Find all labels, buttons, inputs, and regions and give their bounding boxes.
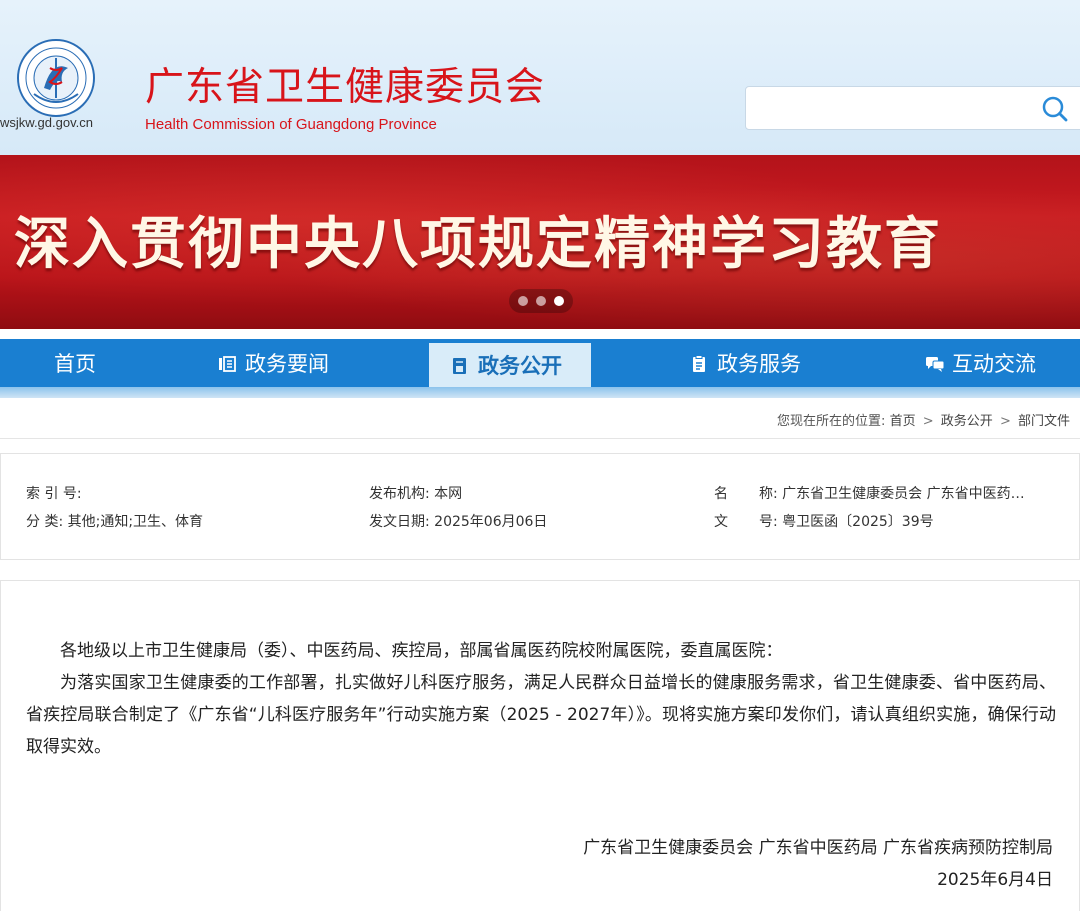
document-icon [451,356,469,374]
carousel-dot-3[interactable] [554,296,564,306]
nav-item-label: 政务要闻 [245,352,329,376]
nav-item-interaction[interactable]: 互动交流 [925,339,1036,387]
meta-doc-number-value: 号: 粤卫医函〔2025〕39号 [759,514,934,530]
meta-doc-number-label: 文 [714,514,728,530]
breadcrumb-prefix: 您现在所在的位置: [777,414,886,429]
main-nav: 首页 政务要闻 政务公开 政务服务 互动交流 [0,339,1080,387]
document-content: 各地级以上市卫生健康局（委）、中医药局、疾控局，部属省属医药院校附属医院，委直属… [0,580,1080,911]
breadcrumb-item-public-affairs[interactable]: 政务公开 [941,414,993,429]
carousel-indicator [509,289,573,313]
search-icon[interactable] [1041,95,1069,123]
banner-slogan: 深入贯彻中央八项规定精神学习教育 [14,212,942,277]
news-list-icon [218,354,236,372]
chat-icon [925,354,945,372]
nav-item-label: 首页 [54,352,96,376]
nav-underline [0,387,1080,398]
document-salutation: 各地级以上市卫生健康局（委）、中医药局、疾控局，部属省属医药院校附属医院，委直属… [60,641,783,661]
nav-item-home[interactable]: 首页 [54,339,96,387]
meta-name-value: 称: 广东省卫生健康委员会 广东省中医药… [759,486,1025,502]
breadcrumb-item-home[interactable]: 首页 [890,414,916,429]
emblem-logo-icon[interactable] [16,38,96,118]
site-title[interactable]: 广东省卫生健康委员会 [145,64,545,112]
breadcrumb: 您现在所在的位置: 首页 > 政务公开 > 部门文件 [777,410,1070,429]
site-header: wsjkw.gd.gov.cn 广东省卫生健康委员会 Health Commis… [0,0,1080,155]
banner-carousel[interactable]: 深入贯彻中央八项规定精神学习教育 [0,155,1080,329]
nav-item-label: 政务服务 [717,352,801,376]
carousel-dot-1[interactable] [518,296,528,306]
carousel-dot-2[interactable] [536,296,546,306]
breadcrumb-separator: > [999,414,1011,429]
breadcrumb-separator: > [922,414,934,429]
meta-category: 分 类: 其他;通知;卫生、体育 [26,514,204,530]
document-signers: 广东省卫生健康委员会 广东省中医药局 广东省疾病预防控制局 [583,838,1053,858]
document-date: 2025年6月4日 [937,870,1053,890]
nav-item-label: 政务公开 [478,354,562,378]
document-metadata: 索 引 号: 分 类: 其他;通知;卫生、体育 发布机构: 本网 发文日期: 2… [0,453,1080,560]
breadcrumb-item-department-files[interactable]: 部门文件 [1018,414,1070,429]
meta-publish-date: 发文日期: 2025年06月06日 [369,514,548,530]
breadcrumb-bar: 您现在所在的位置: 首页 > 政务公开 > 部门文件 [0,398,1080,439]
meta-name-label: 名 [714,486,728,502]
site-domain: wsjkw.gd.gov.cn [0,115,93,130]
nav-item-label: 互动交流 [952,352,1036,376]
site-title-english: Health Commission of Guangdong Province [145,116,437,133]
search-input[interactable] [756,87,1030,131]
nav-item-services[interactable]: 政务服务 [690,339,801,387]
nav-item-news[interactable]: 政务要闻 [218,339,329,387]
search-box [745,86,1080,131]
meta-index-number: 索 引 号: [26,486,82,502]
document-body: 为落实国家卫生健康委的工作部署，扎实做好儿科医疗服务，满足人民群众日益增长的健康… [26,673,1056,757]
meta-publisher: 发布机构: 本网 [369,486,463,502]
nav-item-public-affairs[interactable]: 政务公开 [429,343,591,387]
clipboard-icon [690,354,708,372]
spacer [0,329,1080,339]
